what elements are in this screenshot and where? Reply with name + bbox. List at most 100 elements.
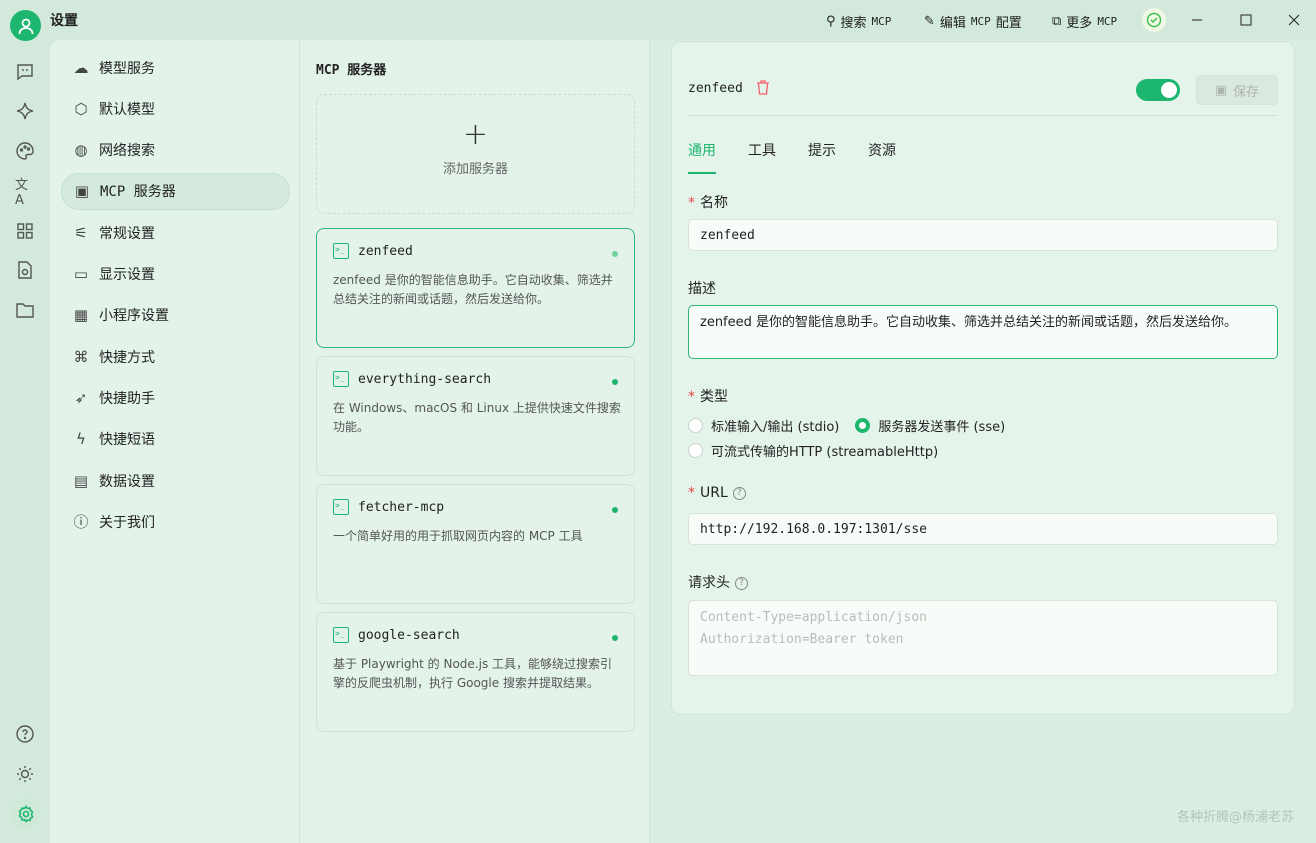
maximize-button[interactable] (1236, 10, 1256, 30)
minimize-button[interactable] (1187, 10, 1207, 30)
close-button[interactable] (1284, 10, 1304, 30)
url-input[interactable]: http://192.168.0.197:1301/sse (688, 513, 1278, 545)
command-icon: ⌘ (73, 347, 89, 366)
nav-item-label: 默认模型 (99, 101, 155, 118)
more-mcp-button[interactable]: ⧉ 更多 MCP (1052, 12, 1117, 31)
nav-item-6[interactable]: ▦ 小程序设置 (61, 297, 290, 334)
nav-item-8[interactable]: ➶ 快捷助手 (61, 379, 290, 416)
server-name: fetcher-mcp (358, 499, 445, 515)
nav-item-11[interactable]: ⓘ 关于我们 (61, 503, 290, 540)
tab-1[interactable]: 工具 (748, 140, 776, 174)
zap-icon: ϟ (76, 430, 86, 449)
server-card[interactable]: >_ google-search 基于 Playwright 的 Node.js 工… (316, 612, 635, 732)
tab-2[interactable]: 提示 (808, 140, 836, 174)
server-name: google-search (358, 627, 460, 643)
server-card[interactable]: >_ everything-search 在 Windows、macOS 和 Lin… (316, 356, 635, 476)
add-server-label: 添加服务器 (442, 162, 508, 177)
radio-sse[interactable]: 服务器发送事件 (sse) (855, 416, 1005, 435)
nav-item-label: 模型服务 (99, 60, 155, 77)
nav-item-label: 关于我们 (99, 514, 155, 531)
label: 配置 (995, 16, 1022, 31)
nav-item-9[interactable]: ϟ 快捷短语 (61, 421, 290, 458)
monitor-icon: ▭ (73, 265, 89, 283)
plus-icon: + (462, 117, 489, 152)
nav-item-label: 快捷方式 (99, 349, 155, 366)
server-card[interactable]: >_ fetcher-mcp 一个简单好用的用于抓取网页内容的 MCP 工具 (316, 484, 635, 604)
save-button[interactable]: ▣ 保存 (1196, 75, 1278, 105)
radio-streamable-http[interactable]: 可流式传输的HTTP (streamableHttp) (688, 441, 1288, 460)
settings-gear-icon[interactable] (10, 798, 41, 829)
radio-stdio[interactable]: 标准输入/输出 (stdio) (688, 416, 839, 435)
nav-item-0[interactable]: ☁ 模型服务 (61, 49, 290, 86)
search-icon: ⚲ (826, 14, 836, 29)
status-dot (612, 379, 618, 385)
nav-item-label: 网络搜索 (99, 143, 155, 160)
avatar[interactable] (10, 10, 41, 41)
search-mcp-button[interactable]: ⚲ 搜索 MCP (826, 12, 891, 31)
label: 编辑 (939, 16, 966, 31)
rocket-icon: ➶ (74, 388, 88, 407)
delete-trash-icon[interactable] (756, 80, 770, 99)
edit-mcp-config-button[interactable]: ✎ 编辑 MCP 配置 (924, 12, 1022, 31)
apps-grid-icon[interactable] (15, 221, 35, 241)
label: MCP (1097, 15, 1118, 28)
name-input[interactable]: zenfeed (688, 219, 1278, 251)
external-link-icon: ⧉ (1052, 14, 1062, 29)
nav-item-10[interactable]: ▤ 数据设置 (61, 462, 290, 499)
folder-icon[interactable] (15, 300, 35, 320)
mcp-server-list-panel: MCP 服务器 + 添加服务器 >_ zenfeed zenfeed 是你的智能信息… (300, 40, 650, 843)
translate-icon[interactable]: 文A (15, 178, 35, 208)
add-server-button[interactable]: + 添加服务器 (316, 94, 635, 214)
nav-item-2[interactable]: ◍ 网络搜索 (61, 132, 290, 169)
sparkle-icon[interactable] (15, 101, 35, 121)
description-textarea[interactable]: zenfeed 是你的智能信息助手。它自动收集、筛选并总结关注的新闻或话题，然后… (688, 305, 1278, 359)
label: 搜索 (840, 16, 867, 31)
headers-textarea[interactable]: Content-Type=application/json Authorizat… (688, 600, 1278, 676)
nav-item-label: MCP 服务器 (100, 184, 176, 201)
chat-icon[interactable] (15, 62, 35, 82)
nav-item-1[interactable]: ⬡ 默认模型 (61, 90, 290, 127)
palette-icon[interactable] (15, 141, 35, 161)
help-icon[interactable] (15, 724, 35, 744)
label: MCP (871, 15, 892, 28)
nav-item-label: 显示设置 (99, 267, 155, 283)
terminal-icon: >_ (333, 627, 349, 643)
tab-bar: 通用 工具 提示 资源 (688, 140, 928, 174)
server-name: everything-search (358, 371, 492, 387)
server-description: 一个简单好用的用于抓取网页内容的 MCP 工具 (333, 529, 583, 543)
nav-item-7[interactable]: ⌘ 快捷方式 (61, 338, 290, 375)
divider (688, 115, 1278, 116)
status-dot (612, 635, 618, 641)
url-label: * URL? (688, 485, 746, 501)
nav-item-4[interactable]: ⚟ 常规设置 (61, 214, 290, 251)
edit-icon: ✎ (924, 14, 935, 29)
label: 更多 (1066, 16, 1093, 31)
nav-item-3[interactable]: ▣ MCP 服务器 (61, 172, 290, 210)
server-name: zenfeed (358, 243, 413, 259)
nav-item-label: 小程序设置 (99, 308, 169, 325)
nav-item-label: 快捷短语 (99, 432, 155, 449)
nav-item-label: 快捷助手 (99, 390, 155, 407)
file-search-icon[interactable] (15, 260, 35, 280)
tab-3[interactable]: 资源 (868, 140, 896, 174)
headers-label: 请求头? (688, 572, 748, 592)
nav-item-label: 常规设置 (99, 225, 155, 242)
terminal-icon: ▣ (74, 182, 90, 201)
type-label: * 类型 (688, 389, 728, 405)
help-icon: ? (735, 576, 748, 590)
save-label: 保存 (1233, 84, 1260, 100)
cube-icon: ⬡ (74, 99, 88, 118)
tab-0[interactable]: 通用 (688, 140, 716, 174)
icon-rail: 文A (0, 40, 50, 843)
status-dot (612, 507, 618, 513)
terminal-icon: >_ (333, 243, 349, 259)
server-card[interactable]: >_ zenfeed zenfeed 是你的智能信息助手。它自动收集、筛选并总结关注… (316, 228, 635, 348)
status-check-icon[interactable] (1142, 8, 1166, 32)
nav-item-5[interactable]: ▭ 显示设置 (61, 256, 290, 293)
desc-label: 描述 (688, 281, 716, 297)
settings-nav: ☁ 模型服务 ⬡ 默认模型 ◍ 网络搜索 ▣ MCP 服务器 ⚟ 常规设置 ▭ 显示设置 ▦ 小程序设置 ⌘… (50, 40, 300, 843)
drive-icon: ▤ (73, 471, 89, 490)
theme-sun-icon[interactable] (15, 764, 35, 784)
enable-toggle[interactable] (1136, 79, 1180, 101)
app-title: 设置 (50, 13, 78, 29)
